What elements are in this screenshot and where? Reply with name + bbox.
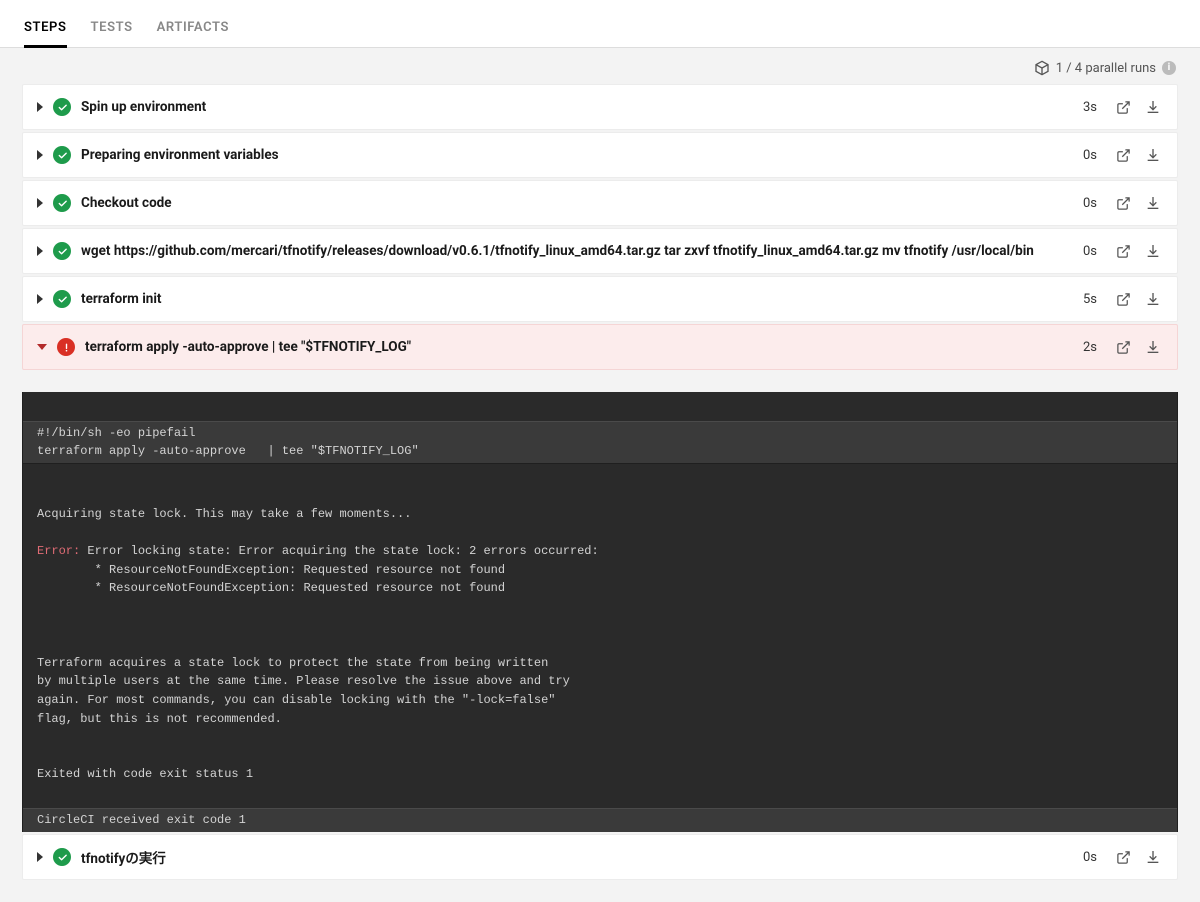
check-circle-icon: [53, 290, 71, 308]
external-link-icon[interactable]: [1113, 193, 1133, 213]
download-icon[interactable]: [1143, 241, 1163, 261]
chevron-right-icon: [37, 102, 43, 112]
download-icon[interactable]: [1143, 97, 1163, 117]
step-row[interactable]: terraform init 5s: [22, 276, 1178, 322]
exclamation-circle-icon: [57, 338, 75, 356]
step-duration: 2s: [1083, 340, 1097, 355]
external-link-icon[interactable]: [1113, 241, 1133, 261]
step-title: Preparing environment variables: [81, 147, 1073, 163]
step-duration: 0s: [1083, 148, 1097, 163]
step-duration: 0s: [1083, 850, 1097, 865]
step-title: tfnotifyの実行: [81, 847, 1073, 867]
step-row[interactable]: tfnotifyの実行 0s: [22, 834, 1178, 880]
tab-steps[interactable]: STEPS: [24, 6, 67, 47]
check-circle-icon: [53, 194, 71, 212]
chevron-right-icon: [37, 150, 43, 160]
check-circle-icon: [53, 98, 71, 116]
step-row[interactable]: Checkout code 0s: [22, 180, 1178, 226]
steps-list-after: tfnotifyの実行 0s: [0, 832, 1200, 902]
chevron-right-icon: [37, 294, 43, 304]
external-link-icon[interactable]: [1113, 847, 1133, 867]
chevron-right-icon: [37, 246, 43, 256]
step-title: terraform init: [81, 291, 1073, 307]
step-title: wget https://github.com/mercari/tfnotify…: [81, 243, 1073, 259]
check-circle-icon: [53, 146, 71, 164]
steps-list: Spin up environment 3s Preparing environ…: [0, 84, 1200, 392]
log-header: #!/bin/sh -eo pipefail terraform apply -…: [23, 421, 1177, 464]
external-link-icon[interactable]: [1113, 337, 1133, 357]
log-line: Acquiring state lock. This may take a fe…: [23, 486, 1177, 784]
chevron-down-icon: [37, 344, 47, 350]
chevron-right-icon: [37, 852, 43, 862]
step-duration: 0s: [1083, 196, 1097, 211]
chevron-right-icon: [37, 198, 43, 208]
download-icon[interactable]: [1143, 337, 1163, 357]
log-error-prefix: Error:: [37, 544, 80, 558]
step-title: terraform apply -auto-approve | tee "$TF…: [85, 339, 1073, 355]
download-icon[interactable]: [1143, 289, 1163, 309]
step-row-failed[interactable]: terraform apply -auto-approve | tee "$TF…: [22, 324, 1178, 370]
step-row[interactable]: wget https://github.com/mercari/tfnotify…: [22, 228, 1178, 274]
step-row[interactable]: Preparing environment variables 0s: [22, 132, 1178, 178]
step-row[interactable]: Spin up environment 3s: [22, 84, 1178, 130]
step-duration: 3s: [1083, 100, 1097, 115]
step-title: Spin up environment: [81, 99, 1073, 115]
external-link-icon[interactable]: [1113, 145, 1133, 165]
step-title: Checkout code: [81, 195, 1073, 211]
log-footer: CircleCI received exit code 1: [23, 808, 1177, 832]
external-link-icon[interactable]: [1113, 97, 1133, 117]
cube-icon: [1034, 60, 1050, 76]
check-circle-icon: [53, 242, 71, 260]
download-icon[interactable]: [1143, 847, 1163, 867]
download-icon[interactable]: [1143, 193, 1163, 213]
download-icon[interactable]: [1143, 145, 1163, 165]
step-duration: 0s: [1083, 244, 1097, 259]
tab-artifacts[interactable]: ARTIFACTS: [157, 6, 229, 47]
parallel-runs-bar: 1 / 4 parallel runs i: [0, 48, 1200, 84]
step-duration: 5s: [1083, 292, 1097, 307]
step-log-output: #!/bin/sh -eo pipefail terraform apply -…: [22, 392, 1178, 832]
tab-bar: STEPS TESTS ARTIFACTS: [0, 0, 1200, 48]
check-circle-icon: [53, 848, 71, 866]
parallel-runs-text: 1 / 4 parallel runs: [1056, 61, 1156, 76]
info-icon[interactable]: i: [1162, 61, 1176, 75]
tab-tests[interactable]: TESTS: [91, 6, 133, 47]
external-link-icon[interactable]: [1113, 289, 1133, 309]
